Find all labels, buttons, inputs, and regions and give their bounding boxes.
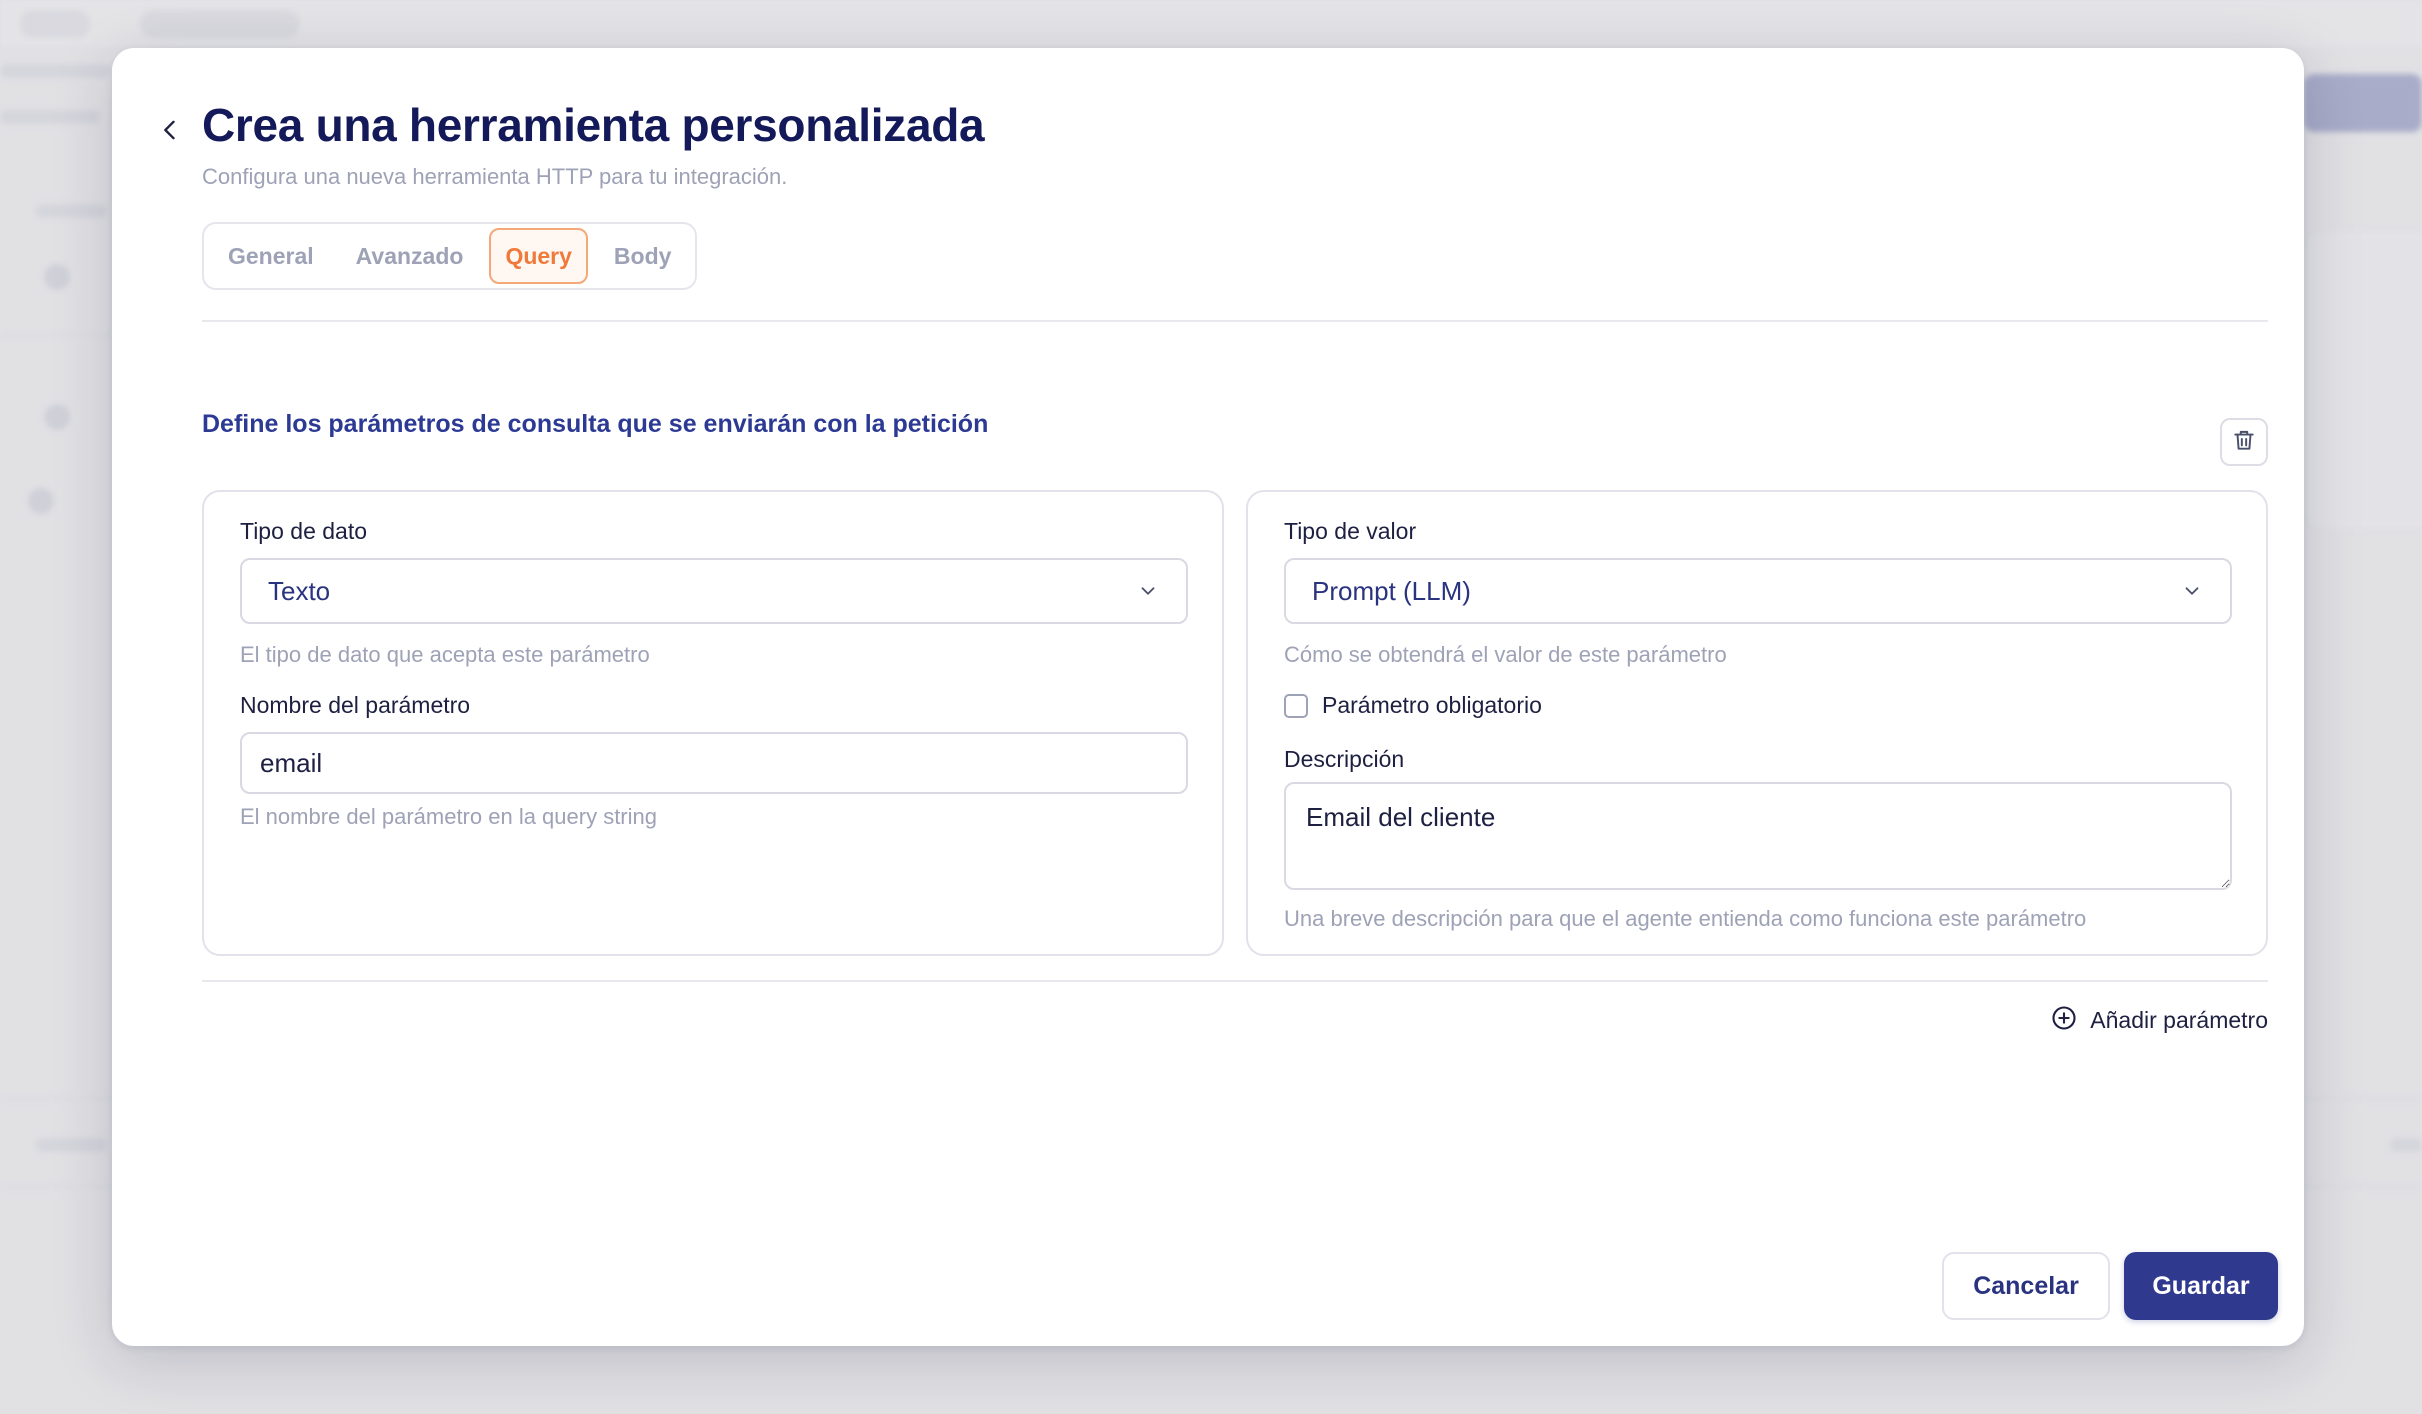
data-type-select[interactable]: Texto	[240, 558, 1188, 624]
parameter-card-left: Tipo de dato Texto El tipo de dato que a…	[202, 490, 1224, 956]
required-checkbox[interactable]	[1284, 693, 1308, 718]
description-help: Una breve descripción para que el agente…	[1284, 906, 2087, 931]
back-button[interactable]	[142, 104, 198, 160]
description-textarea[interactable]: Email del cliente	[1284, 782, 2232, 890]
plus-circle-icon	[2050, 1004, 2078, 1037]
required-checkbox-label: Parámetro obligatorio	[1322, 692, 1542, 718]
tab-bar: General Avanzado Query Body	[202, 222, 698, 290]
add-parameter-button[interactable]: Añadir parámetro	[2050, 1004, 2268, 1037]
chevron-left-icon	[156, 116, 184, 149]
value-type-select[interactable]: Prompt (LLM)	[1284, 558, 2232, 624]
param-name-input[interactable]	[240, 732, 1188, 794]
data-type-help: El tipo de dato que acepta este parámetr…	[240, 642, 650, 667]
param-name-help: El nombre del parámetro en la query stri…	[240, 804, 657, 829]
tab-general[interactable]: General	[212, 228, 330, 284]
add-parameter-label: Añadir parámetro	[2090, 1007, 2268, 1033]
section-heading: Define los parámetros de consulta que se…	[202, 410, 989, 438]
value-type-label: Tipo de valor	[1284, 518, 1417, 544]
tab-query[interactable]: Query	[489, 228, 588, 284]
create-tool-modal: Crea una herramienta personalizada Confi…	[112, 48, 2304, 1346]
required-parameter-toggle[interactable]: Parámetro obligatorio	[1284, 692, 1542, 719]
chevron-down-icon	[2180, 579, 2204, 603]
divider	[202, 980, 2268, 982]
param-name-label: Nombre del parámetro	[240, 692, 471, 718]
modal-subtitle: Configura una nueva herramienta HTTP par…	[202, 164, 788, 189]
modal-title: Crea una herramienta personalizada	[202, 99, 985, 151]
chevron-down-icon	[1136, 579, 1160, 603]
trash-icon	[2231, 427, 2257, 458]
tab-avanzado[interactable]: Avanzado	[340, 228, 480, 284]
value-type-help: Cómo se obtendrá el valor de este paráme…	[1284, 642, 1727, 667]
data-type-value: Texto	[268, 575, 331, 606]
data-type-label: Tipo de dato	[240, 518, 368, 544]
tab-body[interactable]: Body	[598, 228, 688, 284]
divider	[202, 320, 2268, 322]
cancel-button[interactable]: Cancelar	[1942, 1252, 2110, 1320]
delete-parameter-button[interactable]	[2220, 418, 2268, 466]
description-label: Descripción	[1284, 746, 1405, 772]
value-type-value: Prompt (LLM)	[1312, 575, 1471, 606]
parameter-card-right: Tipo de valor Prompt (LLM) Cómo se obten…	[1246, 490, 2268, 956]
save-button[interactable]: Guardar	[2124, 1252, 2278, 1320]
